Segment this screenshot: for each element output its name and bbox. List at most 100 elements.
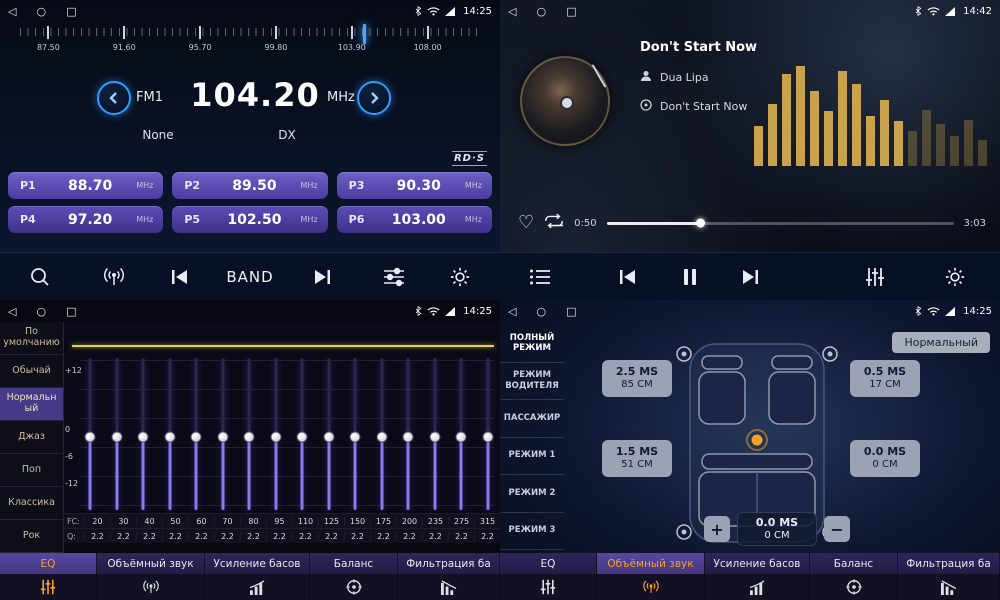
playlist-icon[interactable] [529, 268, 551, 286]
slider-knob[interactable] [403, 432, 414, 443]
tab-filter[interactable]: Фильтрация ба [898, 553, 1000, 600]
previous-icon[interactable] [170, 269, 190, 285]
slider-knob[interactable] [111, 432, 122, 443]
eq-preset-item[interactable]: Обычай [0, 355, 63, 388]
tab-surround[interactable]: Объёмный звук [97, 553, 205, 600]
nav-home-icon[interactable]: ○ [536, 5, 546, 18]
radio-preset-button[interactable]: P5 102.50 MHz [172, 206, 327, 233]
eq-band-slider[interactable] [190, 358, 202, 510]
equalizer-icon[interactable] [865, 267, 885, 287]
nav-recents-icon[interactable]: □ [566, 305, 576, 318]
slider-knob[interactable] [244, 432, 255, 443]
nav-recents-icon[interactable]: □ [566, 5, 576, 18]
eq-preset-item[interactable]: Нормальный [0, 388, 63, 421]
frequency-ruler[interactable]: 87.50 91.60 95.70 99.80 103.90 108.00 [10, 26, 490, 62]
eq-band-slider[interactable] [402, 358, 414, 510]
nav-home-icon[interactable]: ○ [36, 305, 46, 318]
listening-mode-item[interactable]: РЕЖИМ 1 [500, 438, 564, 476]
slider-knob[interactable] [482, 432, 493, 443]
tab-eq[interactable]: EQ [500, 553, 597, 600]
eq-preset-item[interactable]: Рок [0, 520, 63, 553]
eq-band-slider[interactable] [111, 358, 123, 510]
eq-band-slider[interactable] [217, 358, 229, 510]
nav-recents-icon[interactable]: □ [66, 5, 76, 18]
eq-preset-item[interactable]: По умолчанию [0, 322, 63, 355]
slider-knob[interactable] [217, 432, 228, 443]
eq-band-slider[interactable] [243, 358, 255, 510]
next-track-icon[interactable] [740, 269, 760, 285]
eq-preset-item[interactable]: Поп [0, 454, 63, 487]
slider-knob[interactable] [270, 432, 281, 443]
eq-band-slider[interactable] [270, 358, 282, 510]
tab-bass-boost[interactable]: Усиление басов [205, 553, 310, 600]
nav-back-icon[interactable]: ◁ [8, 305, 16, 318]
broadcast-icon[interactable] [102, 266, 126, 288]
tab-bass-boost[interactable]: Усиление басов [705, 553, 810, 600]
slider-knob[interactable] [429, 432, 440, 443]
eq-band-slider[interactable] [482, 358, 494, 510]
sliders-icon[interactable] [383, 267, 405, 287]
eq-band-slider[interactable] [376, 358, 388, 510]
tune-up-button[interactable] [357, 81, 391, 115]
listening-mode-item[interactable]: ПОЛНЫЙ РЕЖИМ [500, 325, 564, 363]
slider-knob[interactable] [85, 432, 96, 443]
tab-filter[interactable]: Фильтрация ба [398, 553, 500, 600]
listening-mode-item[interactable]: РЕЖИМ 3 [500, 513, 564, 551]
slider-knob[interactable] [164, 432, 175, 443]
progress-bar[interactable] [607, 222, 954, 225]
radio-preset-button[interactable]: P4 97.20 MHz [8, 206, 163, 233]
next-icon[interactable] [312, 269, 332, 285]
slider-knob[interactable] [297, 432, 308, 443]
delay-decrease-button[interactable]: − [824, 516, 850, 542]
eq-preset-item[interactable]: Джаз [0, 421, 63, 454]
settings-gear-icon[interactable] [944, 266, 966, 288]
repeat-icon[interactable] [544, 213, 564, 233]
slider-knob[interactable] [191, 432, 202, 443]
radio-preset-button[interactable]: P6 103.00 MHz [337, 206, 492, 233]
tune-down-button[interactable] [97, 81, 131, 115]
eq-band-slider[interactable] [137, 358, 149, 510]
nav-back-icon[interactable]: ◁ [508, 305, 516, 318]
eq-band-slider[interactable] [296, 358, 308, 510]
listening-mode-item[interactable]: РЕЖИМ 2 [500, 475, 564, 513]
eq-band-slider[interactable] [429, 358, 441, 510]
nav-back-icon[interactable]: ◁ [508, 5, 516, 18]
eq-band-slider[interactable] [455, 358, 467, 510]
eq-band-slider[interactable] [84, 358, 96, 510]
delay-rear-right[interactable]: 0.0 MS 0 CM [850, 440, 920, 477]
slider-knob[interactable] [138, 432, 149, 443]
search-icon[interactable] [29, 266, 51, 288]
delay-rear-left[interactable]: 1.5 MS 51 CM [602, 440, 672, 477]
nav-home-icon[interactable]: ○ [536, 305, 546, 318]
nav-home-icon[interactable]: ○ [36, 5, 46, 18]
nav-recents-icon[interactable]: □ [66, 305, 76, 318]
tab-surround[interactable]: Объёмный звук [597, 553, 705, 600]
favorite-icon[interactable]: ♡ [518, 214, 534, 232]
delay-front-right[interactable]: 0.5 MS 17 CM [850, 360, 920, 397]
tuning-pointer[interactable] [363, 24, 366, 44]
slider-knob[interactable] [376, 432, 387, 443]
sound-profile-button[interactable]: Нормальный [892, 332, 990, 353]
progress-knob[interactable] [696, 219, 705, 228]
tab-balance[interactable]: Баланс [810, 553, 898, 600]
radio-preset-button[interactable]: P2 89.50 MHz [172, 172, 327, 199]
eq-preset-item[interactable]: Классика [0, 487, 63, 520]
delay-front-left[interactable]: 2.5 MS 85 CM [602, 360, 672, 397]
pause-icon[interactable] [682, 268, 698, 286]
slider-knob[interactable] [323, 432, 334, 443]
listening-mode-item[interactable]: ПАССАЖИР [500, 400, 564, 438]
listening-mode-item[interactable]: РЕЖИМ ВОДИТЕЛЯ [500, 363, 564, 401]
slider-knob[interactable] [350, 432, 361, 443]
nav-back-icon[interactable]: ◁ [8, 5, 16, 18]
settings-gear-icon[interactable] [449, 266, 471, 288]
radio-preset-button[interactable]: P1 88.70 MHz [8, 172, 163, 199]
radio-preset-button[interactable]: P3 90.30 MHz [337, 172, 492, 199]
slider-knob[interactable] [456, 432, 467, 443]
tab-eq[interactable]: EQ [0, 553, 97, 600]
eq-band-slider[interactable] [349, 358, 361, 510]
delay-increase-button[interactable]: + [704, 516, 730, 542]
tab-balance[interactable]: Баланс [310, 553, 398, 600]
eq-band-slider[interactable] [164, 358, 176, 510]
band-button[interactable]: BAND [226, 268, 273, 286]
previous-track-icon[interactable] [618, 269, 638, 285]
